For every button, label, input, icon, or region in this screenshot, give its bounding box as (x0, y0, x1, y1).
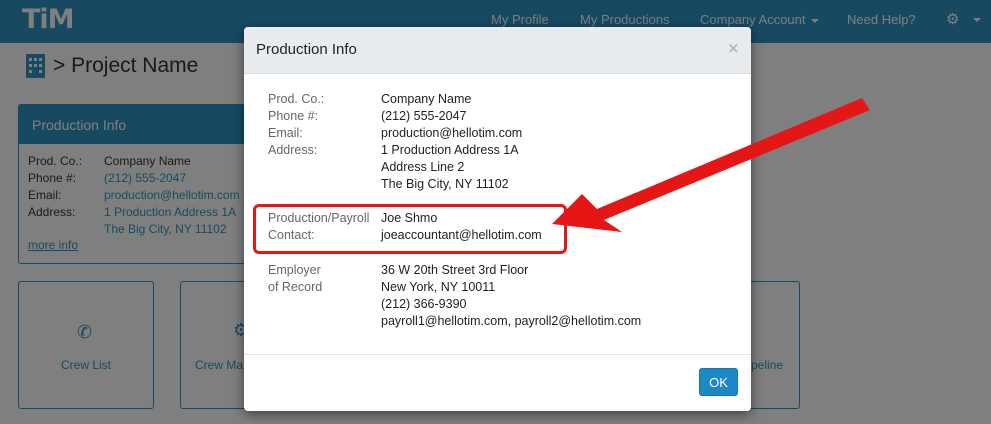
annotation-arrow-icon (552, 98, 870, 232)
